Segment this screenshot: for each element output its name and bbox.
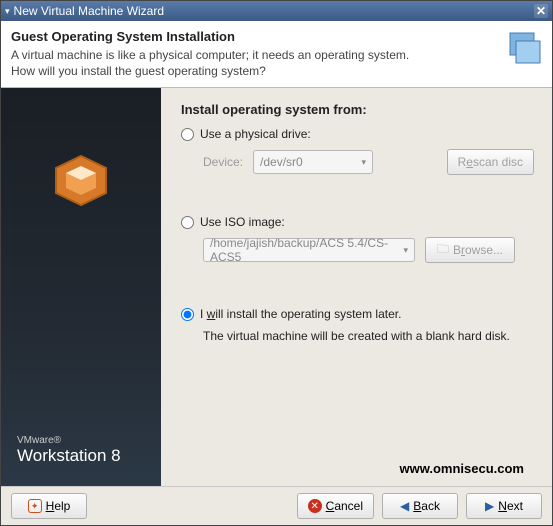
chevron-down-icon: ▾ [403, 245, 408, 256]
radio-physical-label: Use a physical drive: [200, 127, 311, 141]
browse-button[interactable]: 🗀 Browse... [425, 237, 515, 263]
radio-physical-drive[interactable]: Use a physical drive: [181, 127, 534, 141]
folder-icon: 🗀 [437, 240, 449, 261]
iso-path-select[interactable]: /home/jajish/backup/ACS 5.4/CS-ACS5 ▾ [203, 238, 415, 262]
radio-iso-image[interactable]: Use ISO image: [181, 215, 534, 229]
iso-row: /home/jajish/backup/ACS 5.4/CS-ACS5 ▾ 🗀 … [203, 237, 534, 263]
next-button[interactable]: ▶ Next [466, 493, 542, 519]
arrow-right-icon: ▶ [485, 499, 494, 513]
content-heading: Install operating system from: [181, 102, 534, 117]
header-description: A virtual machine is like a physical com… [11, 48, 431, 79]
radio-iso-label: Use ISO image: [200, 215, 285, 229]
radio-install-later[interactable]: I will install the operating system late… [181, 307, 534, 321]
wizard-body: VMware® Workstation 8 Install operating … [1, 88, 552, 486]
brand-text: VMware® Workstation 8 [17, 435, 121, 466]
window-menu-icon[interactable]: ▾ [5, 6, 10, 17]
device-value: /dev/sr0 [260, 155, 303, 169]
arrow-left-icon: ◀ [400, 499, 409, 513]
header-icon [500, 29, 542, 71]
radio-physical-input[interactable] [181, 128, 194, 141]
vmware-logo-icon [46, 148, 116, 213]
wizard-window: ▾ New Virtual Machine Wizard ✕ Guest Ope… [0, 0, 553, 526]
sidebar: VMware® Workstation 8 [1, 88, 161, 486]
watermark: www.omnisecu.com [181, 457, 534, 482]
option-later: I will install the operating system late… [181, 307, 534, 343]
titlebar: ▾ New Virtual Machine Wizard ✕ [1, 1, 552, 21]
help-icon: ✦ [28, 499, 42, 513]
brand-big: Workstation 8 [17, 446, 121, 466]
device-select[interactable]: /dev/sr0 ▾ [253, 150, 373, 174]
iso-path-value: /home/jajish/backup/ACS 5.4/CS-ACS5 [210, 236, 395, 264]
brand-small: VMware® [17, 435, 121, 446]
device-row: Device: /dev/sr0 ▾ Rescan disc [203, 149, 534, 175]
cancel-icon: ✕ [308, 499, 322, 513]
wizard-header: Guest Operating System Installation A vi… [1, 21, 552, 88]
chevron-down-icon: ▾ [361, 157, 366, 168]
radio-later-label: I will install the operating system late… [200, 307, 401, 321]
option-iso: Use ISO image: /home/jajish/backup/ACS 5… [181, 215, 534, 279]
radio-iso-input[interactable] [181, 216, 194, 229]
content-pane: Install operating system from: Use a phy… [161, 88, 552, 486]
back-button[interactable]: ◀ Back [382, 493, 458, 519]
later-info: The virtual machine will be created with… [203, 329, 534, 343]
cancel-button[interactable]: ✕ Cancel [297, 493, 374, 519]
window-title: New Virtual Machine Wizard [14, 4, 165, 18]
close-icon[interactable]: ✕ [534, 4, 548, 18]
header-text: Guest Operating System Installation A vi… [11, 29, 492, 79]
wizard-footer: ✦ Help ✕ Cancel ◀ Back ▶ Next [1, 486, 552, 525]
help-button[interactable]: ✦ Help [11, 493, 87, 519]
rescan-disc-button[interactable]: Rescan disc [447, 149, 534, 175]
device-label: Device: [203, 155, 243, 169]
option-physical: Use a physical drive: Device: /dev/sr0 ▾… [181, 127, 534, 187]
header-heading: Guest Operating System Installation [11, 29, 492, 44]
radio-later-input[interactable] [181, 308, 194, 321]
